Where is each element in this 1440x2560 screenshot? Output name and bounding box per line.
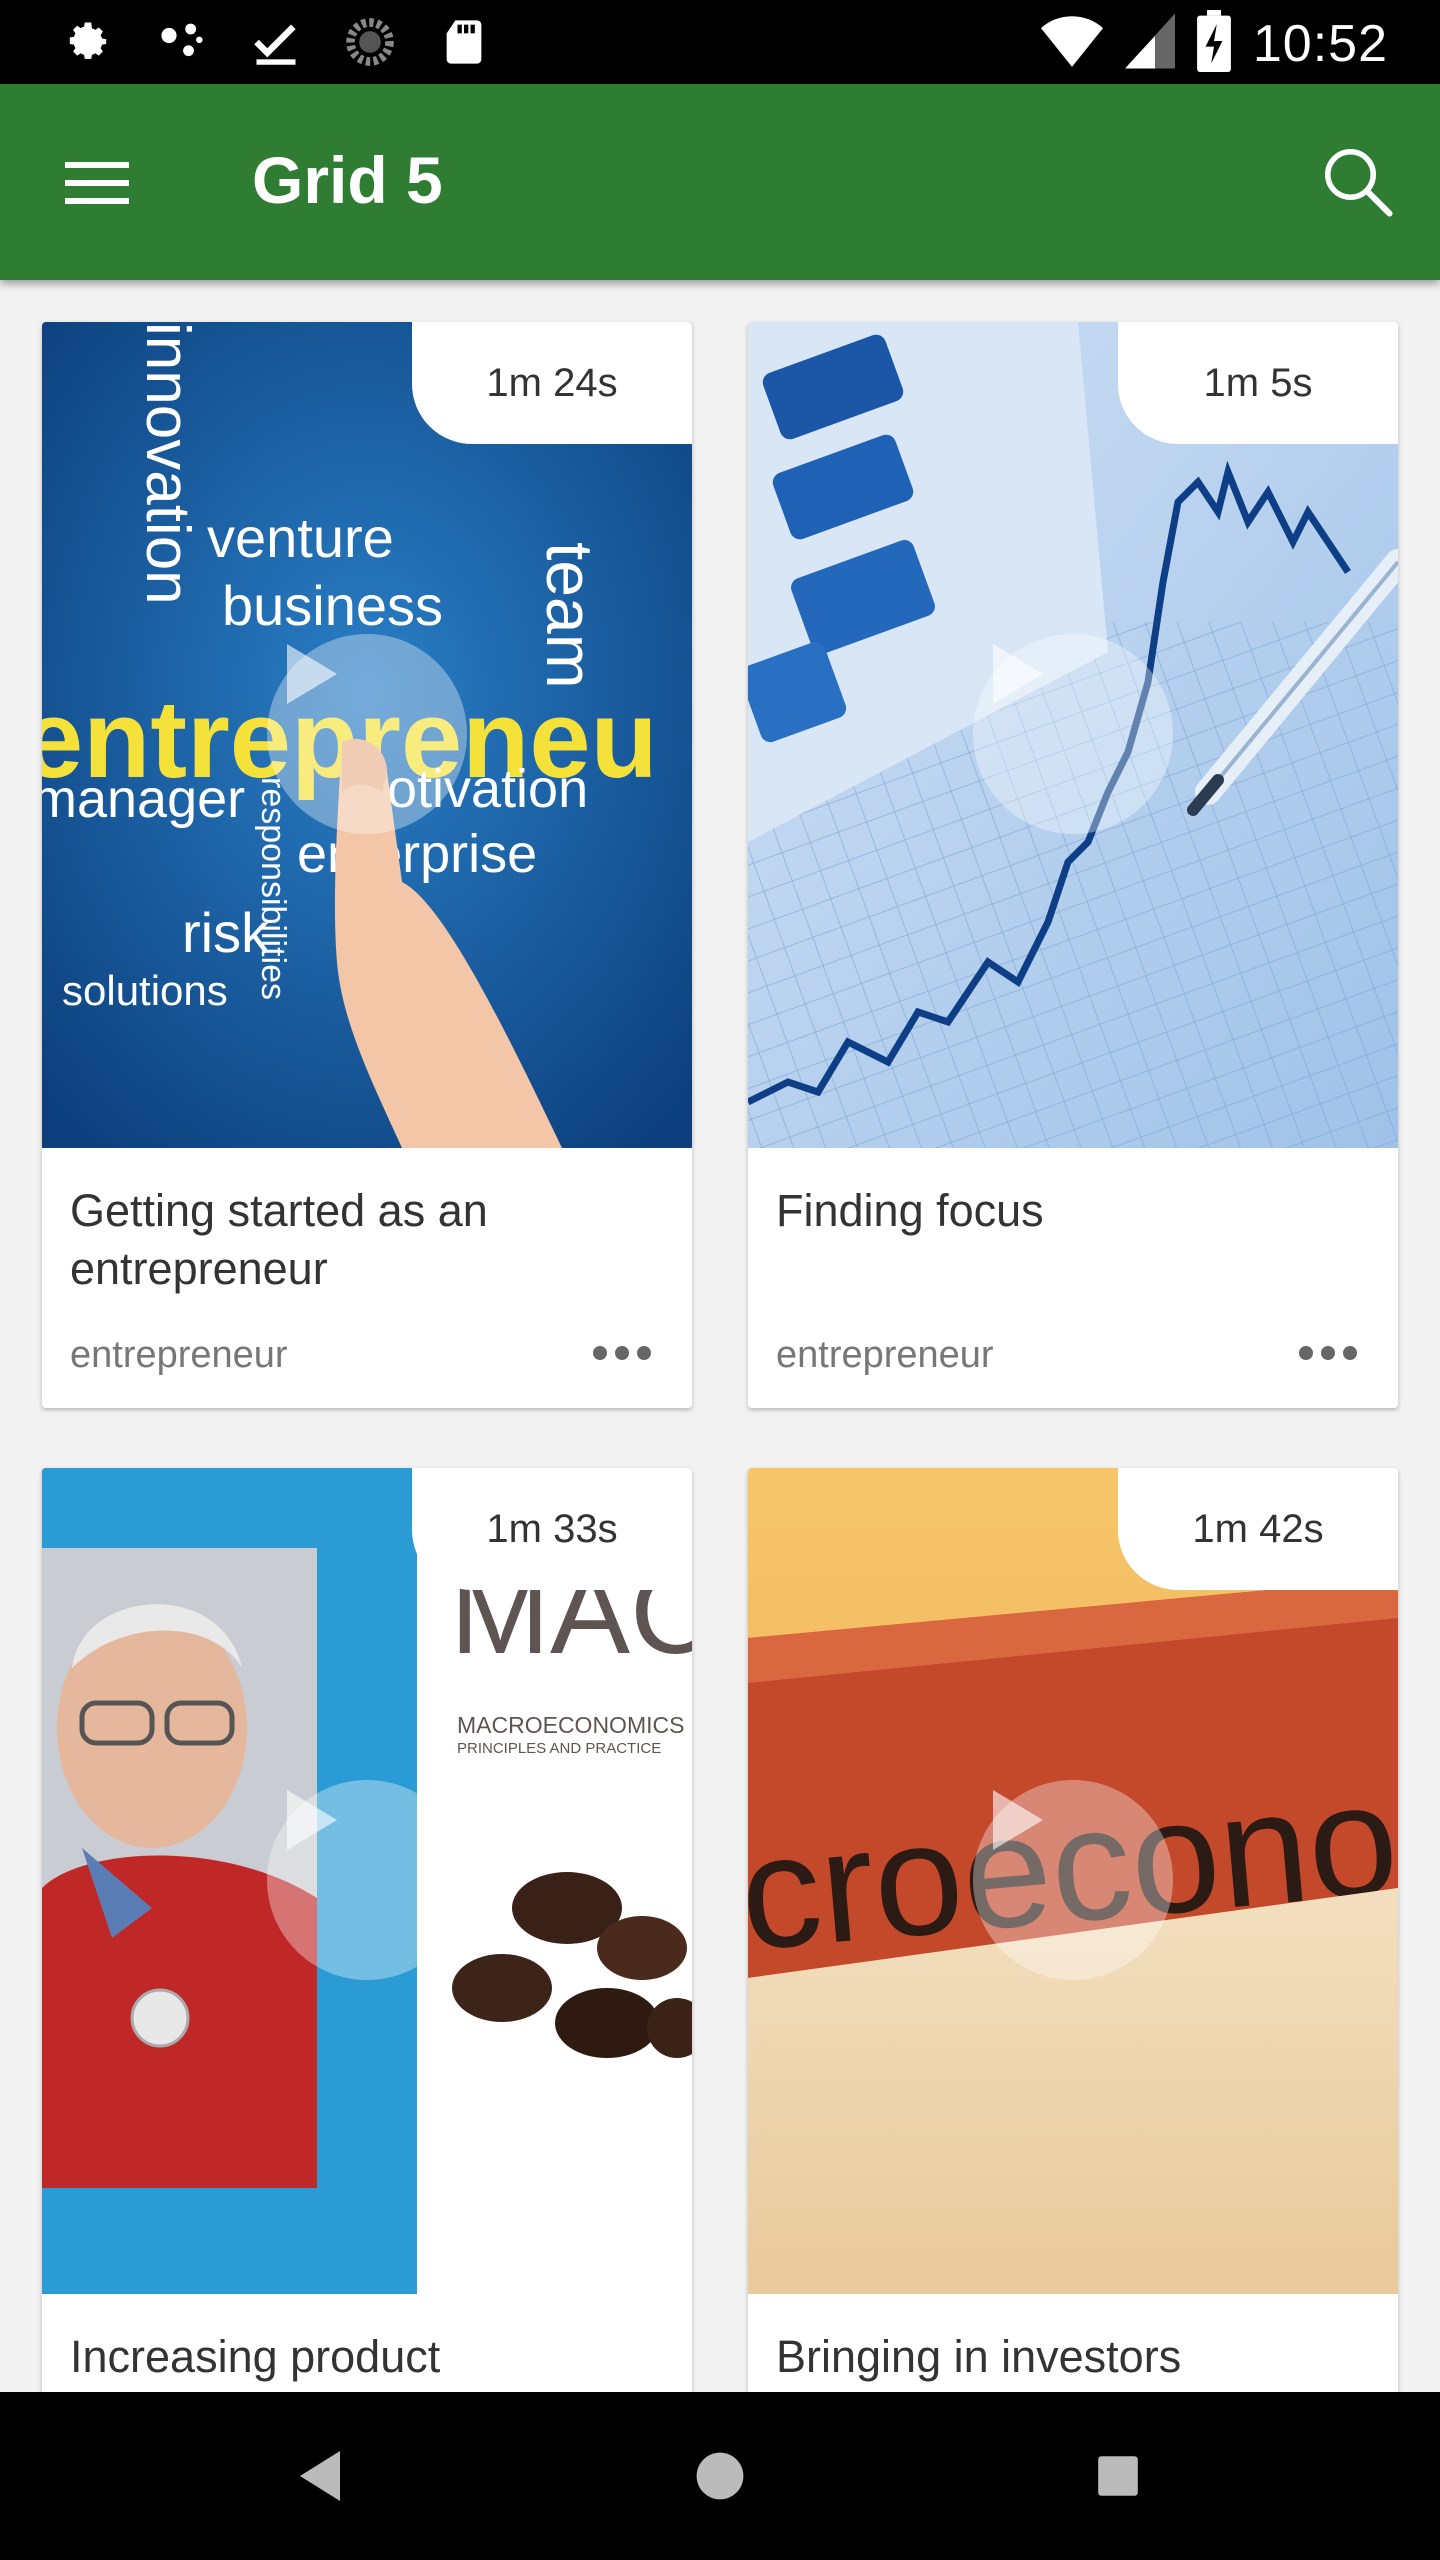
play-icon xyxy=(287,644,337,704)
video-thumbnail[interactable]: MAC MACROECONOMICS PRINCIPLES AND PRACTI… xyxy=(42,1468,692,2294)
back-button[interactable] xyxy=(270,2426,370,2526)
status-time: 10:52 xyxy=(1252,14,1388,73)
video-card[interactable]: MAC MACROECONOMICS PRINCIPLES AND PRACTI… xyxy=(42,1468,692,2392)
home-button[interactable] xyxy=(670,2426,770,2526)
card-title: Getting started as an entrepreneur xyxy=(70,1185,488,1294)
sync-spinner-icon xyxy=(344,16,396,68)
thumb-word: responsibilities xyxy=(254,777,292,1000)
wifi-icon xyxy=(1040,13,1103,74)
sd-card-icon xyxy=(438,16,490,68)
recents-icon xyxy=(1098,2456,1138,2496)
battery-charging-icon xyxy=(1196,10,1231,77)
card-tag: entrepreneur xyxy=(776,1334,994,1376)
status-icons-left xyxy=(62,16,490,68)
search-button[interactable] xyxy=(1312,136,1402,226)
thumb-word: enterprise xyxy=(297,824,537,884)
dot xyxy=(615,1346,629,1360)
settings-icon xyxy=(62,16,114,68)
system-nav-bar xyxy=(0,2392,1440,2560)
back-icon xyxy=(300,2451,340,2501)
status-icons-right: 10:52 xyxy=(1040,10,1388,77)
book-subtitle: PRINCIPLES AND PRACTICE xyxy=(457,1740,661,1757)
thumb-word: manager xyxy=(42,769,245,829)
duration-badge: 1m 33s xyxy=(412,1468,692,1590)
play-button[interactable] xyxy=(973,634,1173,834)
video-thumbnail[interactable]: 1m 5s xyxy=(748,322,1398,1148)
card-tag: entrepreneur xyxy=(70,1334,288,1376)
status-bar: 10:52 xyxy=(0,0,1440,84)
thumb-word: team xyxy=(533,542,607,689)
video-thumbnail[interactable]: croeconom 1m 42s xyxy=(748,1468,1398,2294)
card-title: Bringing in investors xyxy=(776,2331,1182,2382)
dots-network-icon xyxy=(156,16,208,68)
book-subtitle: MACROECONOMICS xyxy=(457,1712,684,1738)
search-icon xyxy=(1324,148,1393,217)
video-grid: innovation venture business team entrepr… xyxy=(0,280,1440,2392)
thumb-word: venture xyxy=(207,506,394,569)
more-options-button[interactable] xyxy=(1288,1328,1368,1378)
duration-badge: 1m 24s xyxy=(412,322,692,444)
menu-button[interactable] xyxy=(56,142,138,224)
cellular-signal-icon xyxy=(1124,13,1175,74)
hamburger-menu-icon xyxy=(65,162,129,204)
dot xyxy=(593,1346,607,1360)
dot xyxy=(637,1346,651,1360)
thumb-word: innovation xyxy=(133,322,202,605)
home-icon xyxy=(696,2452,744,2500)
play-icon xyxy=(993,1790,1043,1850)
play-button[interactable] xyxy=(973,1780,1173,1980)
dot xyxy=(1299,1346,1313,1360)
dot xyxy=(1321,1346,1335,1360)
more-options-button[interactable] xyxy=(582,1328,662,1378)
card-title: Finding focus xyxy=(776,1185,1044,1236)
dot xyxy=(1343,1346,1357,1360)
play-button[interactable] xyxy=(267,1780,467,1980)
app-bar: Grid 5 xyxy=(0,84,1440,280)
duration-badge: 1m 5s xyxy=(1118,322,1398,444)
card-title: Increasing product xyxy=(70,2331,441,2382)
play-button[interactable] xyxy=(267,634,467,834)
video-thumbnail[interactable]: innovation venture business team entrepr… xyxy=(42,322,692,1148)
thumb-word: business xyxy=(222,574,443,637)
download-check-icon xyxy=(250,16,302,68)
thumb-word: solutions xyxy=(62,967,228,1014)
duration-badge: 1m 42s xyxy=(1118,1468,1398,1590)
play-icon xyxy=(993,644,1043,704)
recents-button[interactable] xyxy=(1068,2426,1168,2526)
video-card[interactable]: croeconom 1m 42s Bringing in investors xyxy=(748,1468,1398,2392)
play-icon xyxy=(287,1790,337,1850)
page-title: Grid 5 xyxy=(252,143,443,217)
video-card[interactable]: innovation venture business team entrepr… xyxy=(42,322,692,1408)
video-card[interactable]: 1m 5s Finding focus entrepreneur xyxy=(748,322,1398,1408)
